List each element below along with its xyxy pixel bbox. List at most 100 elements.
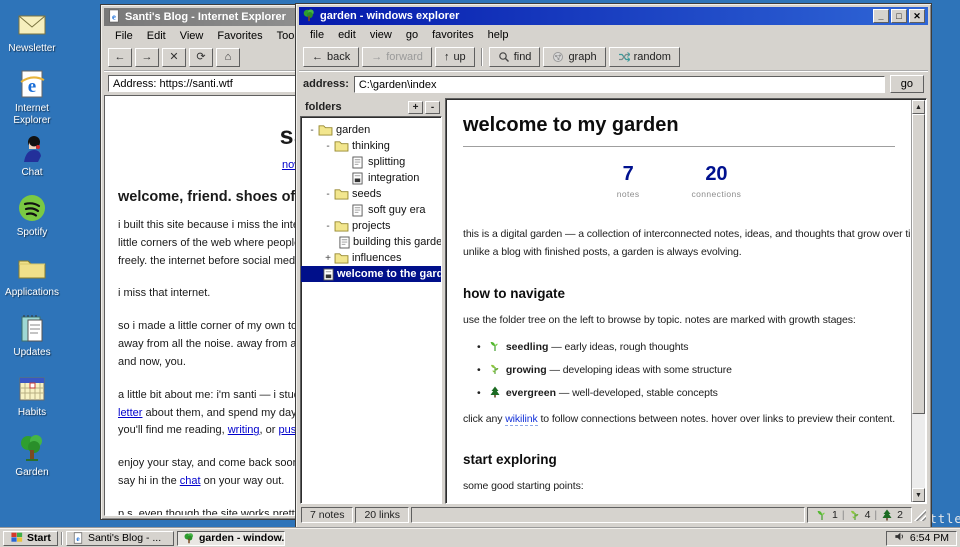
expand-all-button[interactable]: + [408, 100, 423, 114]
note-content-area: welcome to my garden 7 notes 20 connectio… [445, 98, 927, 504]
tree-icon [183, 532, 195, 544]
back-icon: ← [114, 51, 126, 63]
blog-menu-view[interactable]: View [173, 28, 211, 44]
go-button[interactable]: go [889, 75, 924, 93]
toolbar-divider [480, 48, 483, 66]
desktop-icon-newsletter[interactable]: Newsletter [0, 8, 64, 55]
folder-icon [16, 252, 48, 284]
scroll-down-button[interactable]: ▼ [912, 488, 925, 502]
explore-lead: some good starting points: [463, 480, 584, 493]
wikilink-example[interactable]: wikilink [505, 412, 538, 426]
graph-button[interactable]: graph [543, 47, 606, 67]
home-button[interactable]: ⌂ [216, 48, 240, 67]
garden-toolbar: ← back → forward ↑ up find graph random [299, 44, 928, 71]
vertical-scrollbar[interactable]: ▲ ▼ [911, 100, 925, 502]
tree-item-projects[interactable]: - projects [301, 218, 441, 234]
desktop-icon-label: Updates [13, 347, 51, 358]
up-button[interactable]: ↑ up [434, 47, 475, 67]
tree-item-label: splitting [368, 156, 406, 168]
tree-item-label: soft guy era [368, 204, 426, 216]
tree-item-integration[interactable]: integration [301, 170, 441, 186]
desktop-icon-label: Newsletter [8, 43, 56, 54]
taskbar-task-blog[interactable]: e Santi's Blog - ... [65, 530, 174, 546]
desktop-icon-garden[interactable]: Garden [0, 432, 64, 479]
chat-icon [16, 132, 48, 164]
address-field[interactable]: C:\garden\index [353, 75, 885, 93]
stop-icon: ✕ [169, 51, 179, 63]
tree-item-influences[interactable]: + influences [301, 250, 441, 266]
tree-item-soft-guy-era[interactable]: soft guy era [301, 202, 441, 218]
blog-link-chat[interactable]: chat [180, 475, 201, 487]
collapse-toggle[interactable]: - [323, 221, 333, 232]
garden-menu-go[interactable]: go [399, 27, 425, 43]
back-arrow-icon: ← [312, 51, 323, 63]
resize-grip[interactable] [914, 509, 926, 521]
garden-menu-view[interactable]: view [363, 27, 399, 43]
desktop-icon-applications[interactable]: Applications [0, 252, 64, 299]
close-button[interactable]: ✕ [909, 9, 925, 23]
random-button[interactable]: random [608, 47, 680, 67]
blog-menu-file[interactable]: File [108, 28, 140, 44]
tree-item-welcome-to-the-garden[interactable]: welcome to the garden [301, 266, 441, 282]
collapse-toggle[interactable]: - [323, 141, 333, 152]
status-spacer [411, 507, 805, 523]
folder16-icon [333, 187, 349, 201]
growth-stage-growing: • growing — developing ideas with some s… [477, 363, 895, 378]
text: enjoy your stay, and come back soon - [118, 457, 306, 470]
tree-item-label: seeds [352, 188, 382, 200]
minimize-button[interactable]: _ [873, 9, 889, 23]
tree-item-building-this-garden[interactable]: building this garden [301, 234, 441, 250]
garden-menu-help[interactable]: help [481, 27, 516, 43]
spotify-icon [16, 192, 48, 224]
desktop-icon-updates[interactable]: Updates [0, 312, 64, 359]
taskbar: Start e Santi's Blog - ... garden - wind… [0, 528, 960, 547]
back-button[interactable]: ← back [303, 47, 360, 67]
scroll-up-button[interactable]: ▲ [912, 100, 925, 114]
task-buttons: e Santi's Blog - ... garden - window... [65, 530, 285, 546]
tree-item-label: influences [352, 252, 402, 264]
maximize-button[interactable]: □ [891, 9, 907, 23]
desktop-icon-chat[interactable]: Chat [0, 132, 64, 179]
garden-window: garden - windows explorer _ □ ✕ file edit… [295, 3, 932, 529]
stat-value: 20 [705, 163, 728, 185]
garden-menu-favorites[interactable]: favorites [425, 27, 481, 43]
blog-link-letter[interactable]: letter [118, 407, 142, 419]
stop-button[interactable]: ✕ [162, 48, 186, 67]
blog-menu-edit[interactable]: Edit [140, 28, 173, 44]
text: click any [463, 412, 506, 425]
tree-item-label: projects [352, 220, 391, 232]
notepad-icon [16, 312, 48, 344]
garden-menu-edit[interactable]: edit [331, 27, 363, 43]
tree-item-garden[interactable]: - garden [301, 122, 441, 138]
growing-icon [489, 363, 503, 378]
garden-menu-file[interactable]: file [303, 27, 331, 43]
windows-flag-icon [10, 531, 24, 546]
refresh-button[interactable]: ⟳ [189, 48, 213, 67]
collapse-all-button[interactable]: - [425, 100, 440, 114]
desktop-icon-label: Spotify [16, 227, 48, 238]
blog-menu-favorites[interactable]: Favorites [210, 28, 269, 44]
collapse-toggle[interactable]: - [307, 125, 317, 136]
collapse-toggle[interactable]: - [323, 189, 333, 200]
blog-link-writing[interactable]: writing [228, 424, 260, 436]
text: a little bit about me: i'm santi — i stu… [118, 388, 300, 401]
desktop-icon-internet-explorer[interactable]: e Internet Explorer [0, 68, 64, 126]
scrollbar-thumb[interactable] [912, 114, 925, 414]
back-button[interactable]: ← [108, 48, 132, 67]
garden-titlebar[interactable]: garden - windows explorer _ □ ✕ [299, 7, 928, 25]
find-button[interactable]: find [488, 47, 541, 67]
tree-item-thinking[interactable]: - thinking [301, 138, 441, 154]
tree-item-splitting[interactable]: splitting [301, 154, 441, 170]
expand-toggle[interactable]: + [323, 253, 333, 264]
forward-button[interactable]: → [135, 48, 159, 67]
tree-item-seeds[interactable]: - seeds [301, 186, 441, 202]
desktop-icon-spotify[interactable]: Spotify [0, 192, 64, 239]
stage-desc: — early ideas, rough thoughts [548, 340, 689, 353]
taskbar-task-garden[interactable]: garden - window... [176, 530, 285, 546]
stat-notes: 7 notes [617, 163, 640, 199]
desktop-icon-label: Chat [21, 167, 43, 178]
desktop-icon-habits[interactable]: Habits [0, 372, 64, 419]
forward-button[interactable]: → forward [362, 47, 432, 67]
address-label: address: [303, 78, 349, 90]
start-button[interactable]: Start [3, 530, 58, 546]
